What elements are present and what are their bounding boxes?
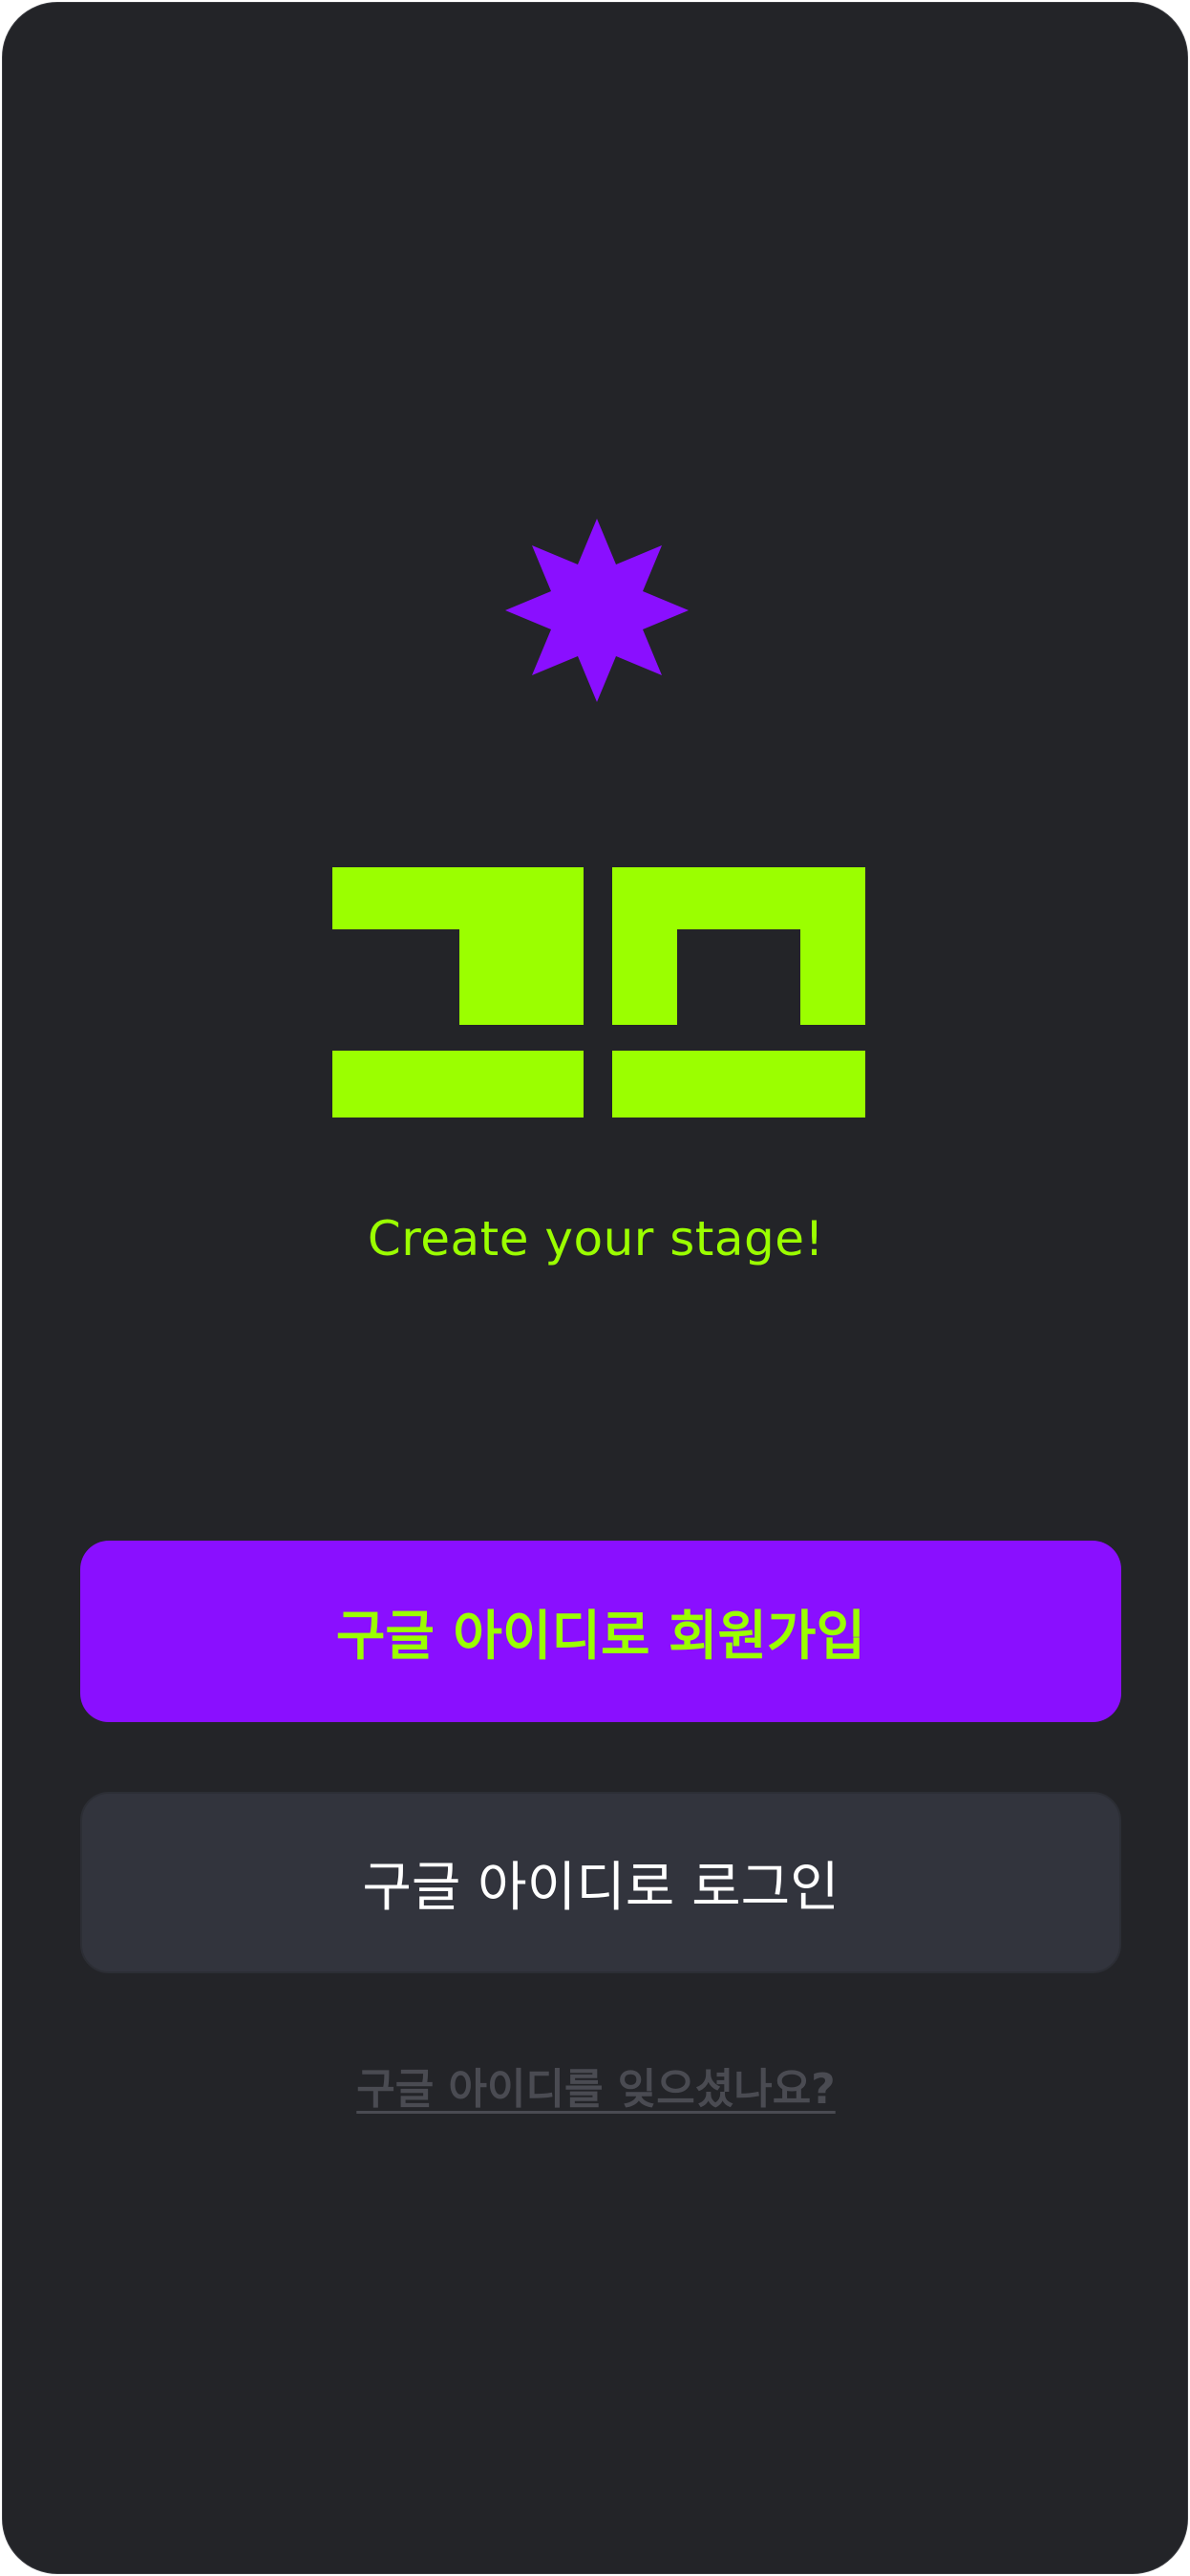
brand-logo: [332, 867, 865, 1118]
forgot-id-link[interactable]: 구글 아이디를 잊으셨나요?: [356, 2065, 835, 2114]
google-login-button[interactable]: 구글 아이디로 로그인: [80, 1792, 1121, 1973]
google-signup-button[interactable]: 구글 아이디로 회원가입: [80, 1541, 1121, 1722]
tagline: Create your stage!: [367, 1211, 825, 1267]
forgot-id-link-container: 구글 아이디를 잊으셨나요?: [3, 2054, 1187, 2116]
app-screen: Create your stage! 구글 아이디로 회원가입 구글 아이디로 …: [2, 2, 1188, 2574]
star-icon: [505, 519, 689, 702]
